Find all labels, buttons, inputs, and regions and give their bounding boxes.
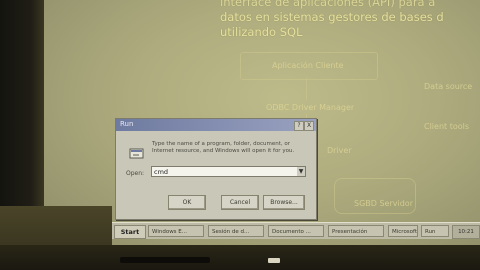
close-button[interactable]: X xyxy=(304,121,314,131)
start-button[interactable]: Start xyxy=(114,225,146,239)
desk-area xyxy=(0,206,112,246)
taskbar-item[interactable]: Run xyxy=(421,225,449,237)
slide-line-3: utilizando SQL xyxy=(220,25,303,39)
slide-text: interface de aplicaciones (API) para a d… xyxy=(220,0,480,40)
taskbar-item[interactable]: Documento ... xyxy=(268,225,324,237)
cancel-button[interactable]: Cancel xyxy=(221,195,259,210)
dialog-description: Type the name of a program, folder, docu… xyxy=(152,141,295,154)
taskbar: Start Windows E... Sesión de d... Docume… xyxy=(112,222,480,239)
diagram-label-side-1: Data source xyxy=(424,82,473,91)
open-input[interactable]: cmd xyxy=(151,166,306,177)
diagram-label-db: SGBD Servidor xyxy=(354,199,413,208)
diagram-connector xyxy=(306,78,307,100)
clock: 10:21 xyxy=(452,225,480,239)
slide-line-2: datos en sistemas gestores de bases d xyxy=(220,10,444,24)
video-frame: interface de aplicaciones (API) para a d… xyxy=(0,0,480,270)
open-label: Open: xyxy=(126,170,145,177)
taskbar-item[interactable]: Windows E... xyxy=(148,225,204,237)
diagram-label-manager: ODBC Driver Manager xyxy=(266,103,355,112)
help-button[interactable]: ? xyxy=(294,121,304,131)
dialog-title: Run xyxy=(120,120,134,128)
diagram-box-db xyxy=(334,178,416,214)
taskbar-item[interactable]: Sesión de d... xyxy=(208,225,264,237)
diagram-label-client: Aplicación Cliente xyxy=(272,61,344,70)
chevron-down-icon[interactable]: ▼ xyxy=(297,167,305,176)
floor xyxy=(0,245,480,270)
diagram-label-side-2: Client tools xyxy=(424,122,470,131)
room-wall xyxy=(0,0,44,208)
browse-button[interactable]: Browse... xyxy=(263,195,305,210)
run-dialog: Run ? X Type the name of a program, fold… xyxy=(115,118,317,220)
slide-line-1: interface de aplicaciones (API) para a xyxy=(220,0,436,9)
floor-object xyxy=(268,258,280,263)
taskbar-item[interactable]: Presentación xyxy=(328,225,384,237)
taskbar-item[interactable]: Microsoft P... xyxy=(388,225,418,237)
dialog-title-bar[interactable]: Run ? X xyxy=(116,119,316,131)
ok-button[interactable]: OK xyxy=(168,195,206,210)
run-program-icon xyxy=(129,145,145,159)
diagram-label-driver: Driver xyxy=(327,146,352,155)
floor-object xyxy=(120,257,210,263)
